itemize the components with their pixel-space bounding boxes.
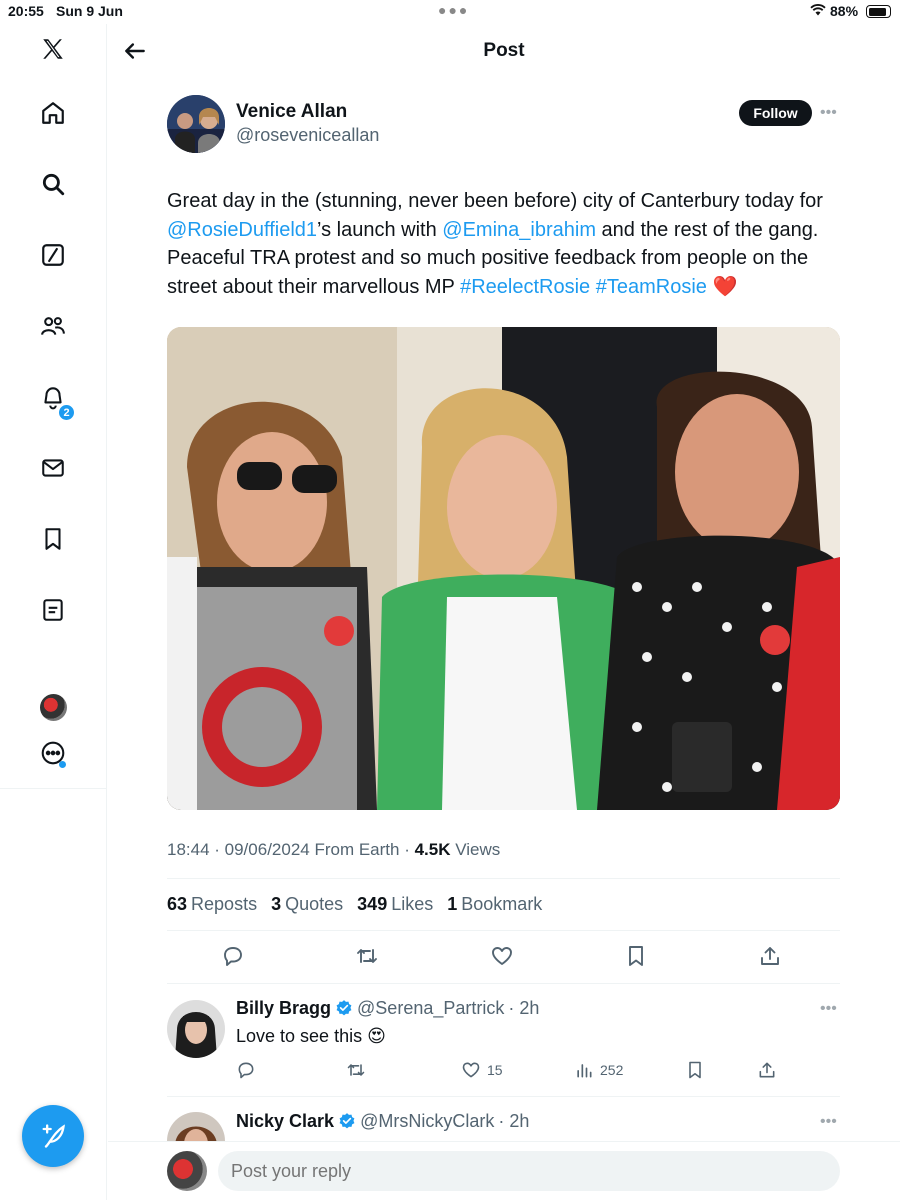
hashtag-link[interactable]: #TeamRosie [596, 276, 707, 298]
bookmarks-icon[interactable] [38, 524, 68, 554]
reply-like-count: 15 [487, 1062, 503, 1078]
divider [167, 1096, 840, 1097]
divider [167, 878, 840, 879]
reply-views-button[interactable]: 252 [574, 1060, 623, 1080]
reply-share-button[interactable] [757, 1060, 783, 1080]
reply-author[interactable]: Nicky Clark @MrsNickyClark · 2h [236, 1111, 529, 1132]
lists-icon[interactable] [38, 595, 68, 625]
sidebar-divider [0, 788, 107, 789]
verified-badge-icon [336, 1000, 352, 1016]
author-handle[interactable]: @roseveniceallan [236, 125, 379, 146]
notification-count-badge: 2 [58, 404, 75, 421]
quotes-label[interactable]: Quotes [285, 894, 343, 914]
likes-count[interactable]: 349 [357, 894, 387, 914]
sidebar-nav: 2 [0, 24, 107, 1200]
author-name[interactable]: Venice Allan [236, 101, 347, 123]
like-icon[interactable] [490, 944, 516, 970]
bookmarks-count: 1 [447, 894, 458, 914]
reply-more-options-icon[interactable]: ••• [820, 1000, 837, 1018]
mention-link[interactable]: @RosieDuffield1 [167, 219, 317, 241]
views-label: Views [450, 840, 501, 859]
search-icon[interactable] [38, 169, 68, 199]
more-indicator-dot [59, 761, 66, 768]
share-icon [759, 1062, 775, 1078]
home-icon[interactable] [38, 98, 68, 128]
back-arrow-icon[interactable] [122, 38, 148, 64]
more-options-icon[interactable]: ••• [820, 104, 837, 122]
reply-more-options-icon[interactable]: ••• [820, 1113, 837, 1131]
reply-like-button[interactable]: 15 [461, 1060, 503, 1080]
likes-label[interactable]: Likes [391, 894, 433, 914]
communities-icon[interactable] [38, 311, 68, 341]
views-chart-icon [577, 1064, 592, 1078]
wifi-icon [810, 4, 826, 16]
timestamp-text: 18:44 · 09/06/2024 From Earth · [167, 840, 415, 859]
multitask-dots-icon[interactable]: ●●● [438, 2, 469, 18]
tweet-text: Great day in the (stunning, never been b… [167, 187, 857, 301]
verified-badge-icon [339, 1113, 355, 1129]
reply-author[interactable]: Billy Bragg @Serena_Partrick · 2h [236, 998, 539, 1019]
status-bar: 20:55 Sun 9 Jun ●●● 88% [0, 0, 900, 24]
engagement-stats: 63 Reposts 3 Quotes 349 Likes 1 Bookmark [167, 894, 551, 915]
like-icon [462, 1062, 480, 1078]
tweet-photo[interactable] [167, 327, 840, 810]
reply-repost-button[interactable] [346, 1060, 372, 1080]
battery-percent: 88% [830, 3, 859, 19]
divider [167, 983, 840, 984]
reply-icon [238, 1062, 254, 1079]
status-time: 20:55 [8, 3, 44, 19]
views-count: 4.5K [414, 840, 451, 859]
reply-handle[interactable]: @Serena_Partrick [357, 998, 504, 1018]
author-avatar[interactable] [167, 95, 225, 153]
compose-post-button[interactable] [22, 1105, 84, 1167]
bookmarks-label: Bookmark [461, 894, 543, 914]
tweet-timestamp: 18:44 · 09/06/2024 From Earth · 4.5K Vie… [167, 840, 500, 860]
repost-icon[interactable] [355, 944, 381, 970]
reply-reply-button[interactable] [236, 1060, 262, 1080]
reply-views-count: 252 [600, 1062, 624, 1078]
share-icon[interactable] [758, 944, 784, 970]
follow-button[interactable]: Follow [739, 100, 812, 126]
bookmark-icon[interactable] [624, 944, 650, 970]
heart-emoji: ❤️ [712, 275, 738, 298]
bookmark-icon [689, 1061, 701, 1079]
reply-icon[interactable] [221, 944, 247, 970]
reply-input[interactable] [218, 1151, 840, 1191]
header-bar: Post [108, 24, 900, 76]
profile-avatar[interactable] [40, 694, 67, 721]
divider [167, 930, 840, 931]
x-logo-icon[interactable] [38, 34, 68, 64]
reply-bookmark-button[interactable] [685, 1060, 711, 1080]
reply-handle[interactable]: @MrsNickyClark [360, 1111, 494, 1131]
reply-author-name[interactable]: Nicky Clark [236, 1111, 334, 1131]
status-date: Sun 9 Jun [56, 3, 123, 19]
page-title: Post [483, 40, 525, 61]
mention-link[interactable]: @Emina_ibrahim [442, 219, 596, 241]
reposts-count[interactable]: 63 [167, 894, 187, 914]
grok-icon[interactable] [38, 240, 68, 270]
reply-avatar[interactable] [167, 1000, 225, 1058]
reply-time: · 2h [508, 998, 540, 1018]
reply-author-name[interactable]: Billy Bragg [236, 998, 331, 1018]
battery-icon [866, 5, 891, 18]
reposts-label[interactable]: Reposts [191, 894, 257, 914]
reply-text: Love to see this 😍 [236, 1026, 386, 1046]
repost-icon [347, 1064, 365, 1076]
messages-icon[interactable] [38, 453, 68, 483]
quotes-count[interactable]: 3 [271, 894, 281, 914]
hashtag-link[interactable]: #ReelectRosie [460, 276, 590, 298]
composer-avatar [167, 1151, 207, 1191]
tweet-text-segment: ’s launch with [317, 218, 443, 241]
reply-time: · 2h [498, 1111, 530, 1131]
tweet-text-segment: Great day in the (stunning, never been b… [167, 190, 823, 212]
